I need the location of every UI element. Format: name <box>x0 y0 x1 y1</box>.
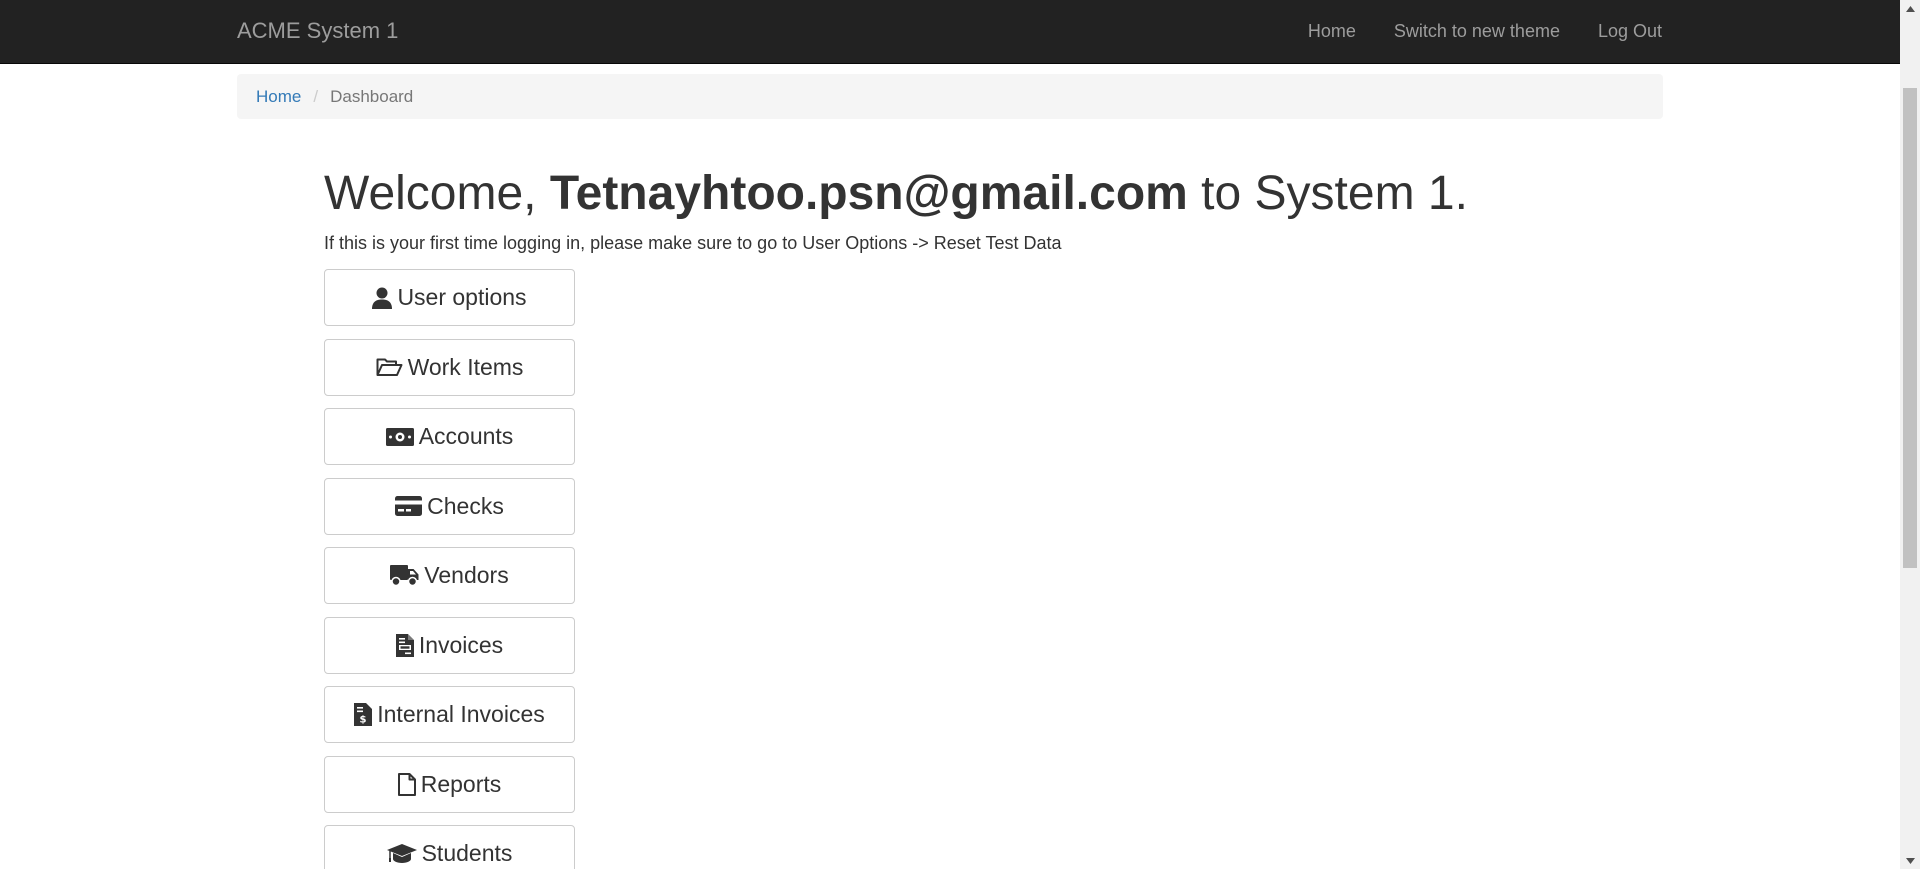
students-label: Students <box>421 840 513 866</box>
invoices-label: Invoices <box>418 631 504 658</box>
invoice-icon <box>395 633 414 657</box>
checks-label: Checks <box>427 492 504 519</box>
vendors-label: Vendors <box>424 562 509 588</box>
breadcrumb-separator: / <box>313 86 319 106</box>
user-options-label: User options <box>397 284 527 310</box>
credit-card-icon <box>395 496 423 516</box>
internal-invoices-label: Internal Invoices <box>377 701 545 727</box>
welcome-heading: Welcome, Tetnayhtoo.psn@gmail.com to Sys… <box>324 163 1468 225</box>
first-login-hint: If this is your first time logging in, p… <box>324 233 1062 253</box>
welcome-user: Tetnayhtoo.psn@gmail.com <box>549 167 1188 220</box>
breadcrumb: Home / Dashboard <box>237 74 1663 119</box>
scrollbar-thumb[interactable] <box>1903 88 1917 568</box>
vendors-button[interactable]: Vendors <box>324 547 575 604</box>
user-options-button[interactable]: User options <box>324 269 575 326</box>
vertical-scrollbar[interactable] <box>1900 0 1920 869</box>
truck-icon <box>390 565 419 586</box>
accounts-label: Accounts <box>418 423 514 449</box>
file-icon <box>397 772 416 796</box>
welcome-prefix: Welcome, <box>324 167 537 220</box>
reports-button[interactable]: Reports <box>324 755 575 813</box>
nav-home-link[interactable]: Home <box>1308 21 1356 42</box>
scroll-up-arrow-icon[interactable] <box>1900 0 1920 17</box>
brand-link[interactable]: ACME System 1 <box>237 0 398 63</box>
welcome-suffix: to System 1. <box>1201 167 1468 220</box>
breadcrumb-home-link[interactable]: Home <box>256 87 301 107</box>
reports-label: Reports <box>420 770 502 797</box>
nav-switch-theme-link[interactable]: Switch to new theme <box>1394 21 1560 42</box>
graduation-cap-icon <box>386 843 417 864</box>
invoices-button[interactable]: Invoices <box>324 616 575 674</box>
checks-button[interactable]: Checks <box>324 477 575 535</box>
breadcrumb-current: Dashboard <box>330 86 414 106</box>
students-button[interactable]: Students <box>324 825 575 869</box>
work-items-label: Work Items <box>407 353 524 380</box>
work-items-button[interactable]: Work Items <box>324 338 575 396</box>
user-icon <box>372 287 393 309</box>
scroll-down-arrow-icon[interactable] <box>1900 852 1920 869</box>
nav-links: Home Switch to new theme Log Out <box>1270 0 1662 63</box>
svg-text:$: $ <box>360 715 367 726</box>
invoice-dollar-icon: $ <box>354 703 373 726</box>
menu-button-list: User options Work Items Accounts Checks <box>324 269 575 869</box>
folder-open-icon <box>376 357 403 377</box>
nav-logout-link[interactable]: Log Out <box>1598 21 1662 42</box>
accounts-button[interactable]: Accounts <box>324 408 575 465</box>
internal-invoices-button[interactable]: $ Internal Invoices <box>324 686 575 743</box>
page: ACME System 1 Home Switch to new theme L… <box>0 0 1920 869</box>
money-bill-icon <box>385 427 414 446</box>
top-navbar: ACME System 1 Home Switch to new theme L… <box>0 0 1900 64</box>
